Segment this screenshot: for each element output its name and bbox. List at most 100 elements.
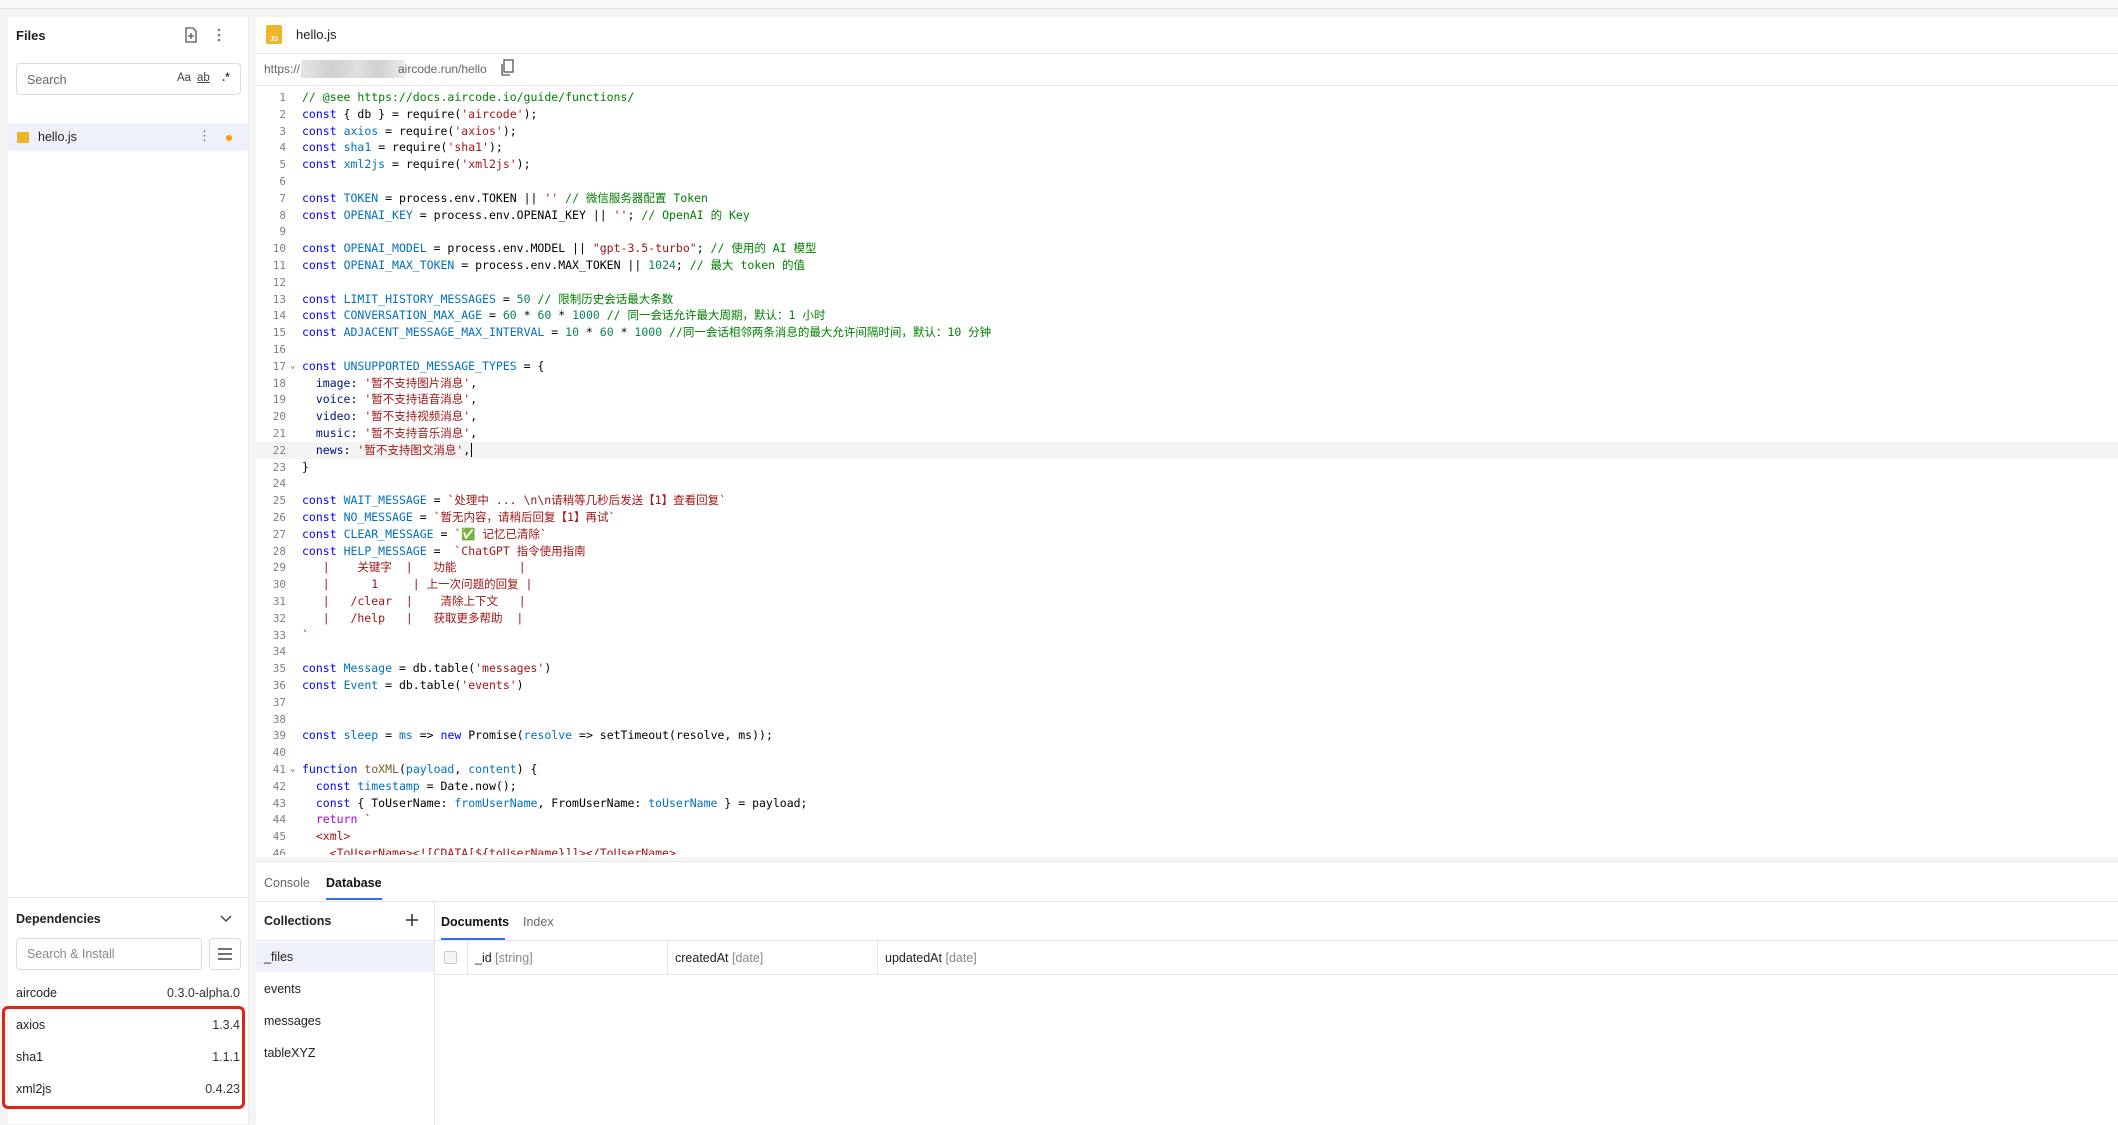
line-number: 14 [272,309,286,323]
line-number: 29 [272,561,286,575]
line-number: 6 [279,175,286,188]
tab-index[interactable]: Index [523,915,554,929]
line-number: 23 [272,460,286,474]
line-number: 10 [272,242,286,256]
collection-item[interactable]: _files [256,942,434,972]
code-token: = process.env.TOKEN || [378,190,545,205]
code-token: | 关键字 | 功能 | [302,560,526,575]
line-number: 15 [272,326,286,340]
editor-panel: JS hello.js https:// aircode.run/hello 1… [256,17,2118,857]
list-menu-icon[interactable] [209,938,241,970]
code-token: = process.env.MAX_TOKEN || [454,258,649,272]
files-header: Files [8,17,248,53]
line-number: 45 [272,830,286,844]
tab-console[interactable]: Console [264,876,310,890]
line-number: 37 [272,695,286,709]
column-name: updatedAt [885,951,942,965]
bottom-panel: Console Database Collections _files even… [256,861,2118,1125]
code-token: = Date.now(); [419,778,517,793]
code-token: = process.env.OPENAI_KEY || [412,207,614,222]
more-options-icon[interactable] [208,24,230,46]
function-url-bar: https:// aircode.run/hello [256,53,2118,86]
table-header-row: _id [string] createdAt [date] updatedAt … [435,941,2118,975]
code-token: TOKEN [343,190,379,205]
code-text: const Event = db.table('events') [302,677,524,694]
copy-icon[interactable] [500,59,514,77]
collection-item[interactable]: messages [256,1006,434,1036]
code-token: ); [502,123,517,138]
dependencies-title: Dependencies [16,912,101,926]
dependency-name: aircode [16,986,57,1000]
line-number: 20 [272,410,286,424]
code-token: = require( [371,140,448,155]
code-line: 16 [256,341,2118,358]
code-token: `暂无内容，请稍后回复【1】再试` [433,510,616,524]
collection-item[interactable]: events [256,974,434,1004]
match-case-toggle[interactable]: Aa [177,72,191,84]
code-token: "gpt-3.5-turbo" [592,241,697,256]
code-token: const [302,661,337,676]
code-token: // 最大 token 的值 [689,258,806,272]
file-item-hello-js[interactable]: hello.js ⋮ [8,123,248,151]
code-token: = db.table( [392,661,476,676]
fold-chevron-icon[interactable]: ⌄ [290,358,295,375]
dependency-search-input[interactable] [16,938,202,970]
code-token: = [433,526,455,541]
code-token: 'aircode' [461,106,524,121]
code-line: 27 const CLEAR_MESSAGE = `✅ 记忆已清除` [256,526,2118,543]
code-line: 9 [256,223,2118,240]
code-line: 39 const sleep = ms => new Promise(resolv… [256,727,2118,744]
new-file-icon[interactable] [180,24,202,46]
column-header-createdat[interactable]: createdAt [date] [675,951,763,965]
code-text: const LIMIT_HISTORY_MESSAGES = 50 // 限制历… [302,291,673,308]
column-header-updatedat[interactable]: updatedAt [date] [885,951,977,965]
chevron-down-icon[interactable] [216,908,236,928]
collection-name: events [264,982,301,996]
column-header-id[interactable]: _id [string] [475,951,533,965]
line-number: 2 [279,107,286,121]
code-token: const [302,258,337,272]
tab-documents[interactable]: Documents [441,915,509,929]
code-token: LIMIT_HISTORY_MESSAGES [343,291,496,306]
tab-database[interactable]: Database [326,876,382,890]
line-number: 26 [272,511,286,524]
code-token: // 同一会话允许最大周期，默认：1 小时 [606,308,826,323]
code-token: { ToUserName: [350,795,455,810]
code-token: = [482,308,503,323]
column-separator [667,941,668,974]
fold-chevron-icon[interactable]: ⌄ [290,761,295,778]
code-token: ); [523,106,538,121]
file-more-icon[interactable]: ⋮ [198,128,211,144]
add-collection-icon[interactable] [402,910,422,930]
code-token: resolve [523,728,573,743]
code-token: // @see https://docs.aircode.io/guide/fu… [302,90,635,104]
regex-toggle[interactable]: .* [222,72,230,84]
code-editor[interactable]: 1 // @see https://docs.aircode.io/guide/f… [256,89,2118,855]
code-text: news: '暂不支持图文消息', [302,442,473,459]
code-text: | 关键字 | 功能 | [302,559,526,576]
code-token: '' [544,190,559,205]
code-line: 31 | /clear | 清除上下文 | [256,593,2118,610]
code-token: Message [343,661,393,676]
code-line: 1 // @see https://docs.aircode.io/guide/f… [256,89,2118,106]
file-search-input[interactable] [17,64,169,96]
text-cursor [471,443,473,458]
code-token: new [440,728,462,743]
code-token: '暂不支持图片消息' [364,375,471,390]
code-token: const [302,308,337,323]
line-number: 17 [272,359,286,373]
code-token: : [350,426,365,440]
whole-word-toggle[interactable]: ab [197,72,210,84]
collection-item[interactable]: tableXYZ [256,1038,434,1068]
select-all-checkbox[interactable] [444,951,457,964]
unsaved-indicator [226,135,232,141]
code-token: => [412,728,441,743]
